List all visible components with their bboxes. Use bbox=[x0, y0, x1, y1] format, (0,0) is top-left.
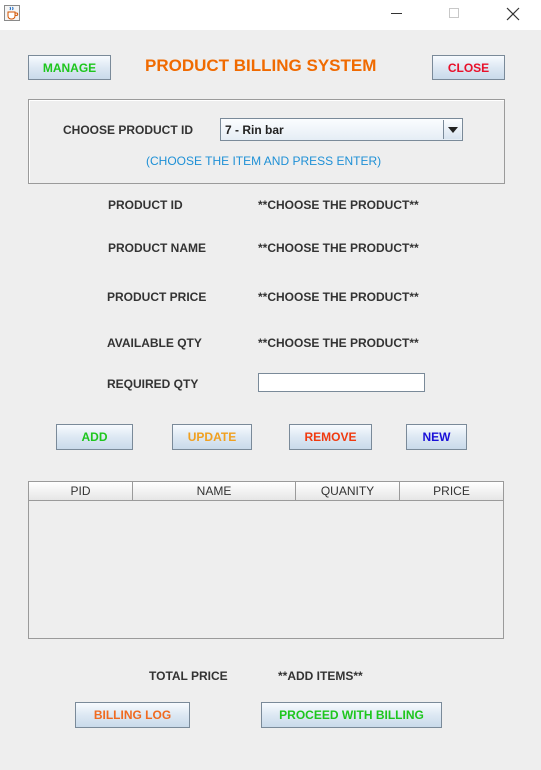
product-price-label: PRODUCT PRICE bbox=[107, 290, 207, 304]
close-button[interactable]: CLOSE bbox=[432, 55, 505, 80]
chevron-down-icon[interactable] bbox=[443, 120, 461, 139]
product-name-value: **CHOOSE THE PRODUCT** bbox=[258, 241, 419, 255]
manage-button[interactable]: MANAGE bbox=[28, 55, 111, 80]
add-button[interactable]: ADD bbox=[56, 424, 133, 450]
product-id-selected: 7 - Rin bar bbox=[225, 123, 284, 137]
product-id-dropdown[interactable]: 7 - Rin bar bbox=[220, 118, 463, 141]
column-header-quantity[interactable]: QUANITY bbox=[296, 482, 400, 501]
items-table[interactable]: PID NAME QUANITY PRICE bbox=[28, 481, 504, 639]
required-qty-label: REQUIRED QTY bbox=[107, 377, 199, 391]
choose-product-label: CHOOSE PRODUCT ID bbox=[63, 123, 194, 137]
required-qty-input[interactable] bbox=[258, 373, 425, 392]
table-header: PID NAME QUANITY PRICE bbox=[29, 482, 503, 501]
product-price-value: **CHOOSE THE PRODUCT** bbox=[258, 290, 419, 304]
product-name-label: PRODUCT NAME bbox=[108, 241, 206, 255]
proceed-with-billing-button[interactable]: PROCEED WITH BILLING bbox=[261, 702, 442, 728]
column-header-name[interactable]: NAME bbox=[133, 482, 296, 501]
column-header-pid[interactable]: PID bbox=[29, 482, 133, 501]
minimize-icon[interactable] bbox=[391, 13, 402, 14]
column-header-price[interactable]: PRICE bbox=[400, 482, 503, 501]
billing-log-button[interactable]: BILLING LOG bbox=[75, 702, 190, 728]
product-chooser-panel bbox=[28, 99, 505, 184]
close-window-icon[interactable] bbox=[505, 6, 521, 22]
update-button[interactable]: UPDATE bbox=[172, 424, 252, 450]
product-id-label: PRODUCT ID bbox=[108, 198, 183, 212]
java-cup-icon bbox=[4, 5, 20, 21]
total-price-value: **ADD ITEMS** bbox=[278, 669, 363, 683]
new-button[interactable]: NEW bbox=[406, 424, 467, 450]
app-title: PRODUCT BILLING SYSTEM bbox=[145, 56, 377, 75]
total-price-label: TOTAL PRICE bbox=[149, 669, 228, 683]
product-id-value: **CHOOSE THE PRODUCT** bbox=[258, 198, 419, 212]
remove-button[interactable]: REMOVE bbox=[289, 424, 372, 450]
choose-hint: (CHOOSE THE ITEM AND PRESS ENTER) bbox=[146, 154, 382, 168]
window-title-bar bbox=[0, 0, 541, 30]
maximize-icon[interactable] bbox=[449, 8, 459, 18]
available-qty-label: AVAILABLE QTY bbox=[107, 336, 202, 350]
available-qty-value: **CHOOSE THE PRODUCT** bbox=[258, 336, 419, 350]
